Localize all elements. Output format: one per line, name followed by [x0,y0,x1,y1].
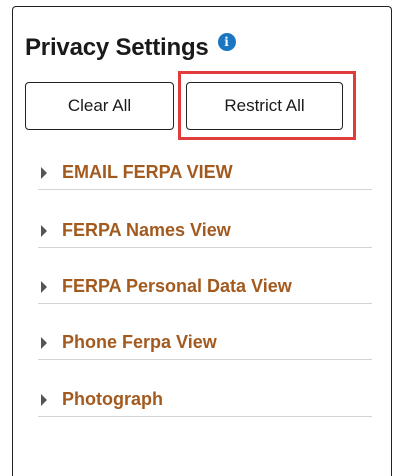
caret-right-icon [41,225,47,237]
section-photograph[interactable]: Photograph [38,387,372,417]
section-ferpa-personal-data-view[interactable]: FERPA Personal Data View [38,274,372,304]
page-title: Privacy Settings [25,34,209,61]
section-label: EMAIL FERPA VIEW [62,162,233,182]
caret-right-icon [41,337,47,349]
caret-right-icon [41,167,47,179]
caret-right-icon [41,281,47,293]
section-phone-ferpa-view[interactable]: Phone Ferpa View [38,330,372,360]
section-label: FERPA Names View [62,220,231,240]
section-label: FERPA Personal Data View [62,276,292,296]
restrict-all-button[interactable]: Restrict All [186,82,343,130]
clear-all-button[interactable]: Clear All [25,82,174,130]
section-email-ferpa-view[interactable]: EMAIL FERPA VIEW [38,160,372,190]
title-row: Privacy Settings i [25,33,236,62]
section-ferpa-names-view[interactable]: FERPA Names View [38,218,372,248]
section-label: Photograph [62,389,163,409]
caret-right-icon [41,394,47,406]
section-label: Phone Ferpa View [62,332,217,352]
info-icon[interactable]: i [217,33,236,51]
